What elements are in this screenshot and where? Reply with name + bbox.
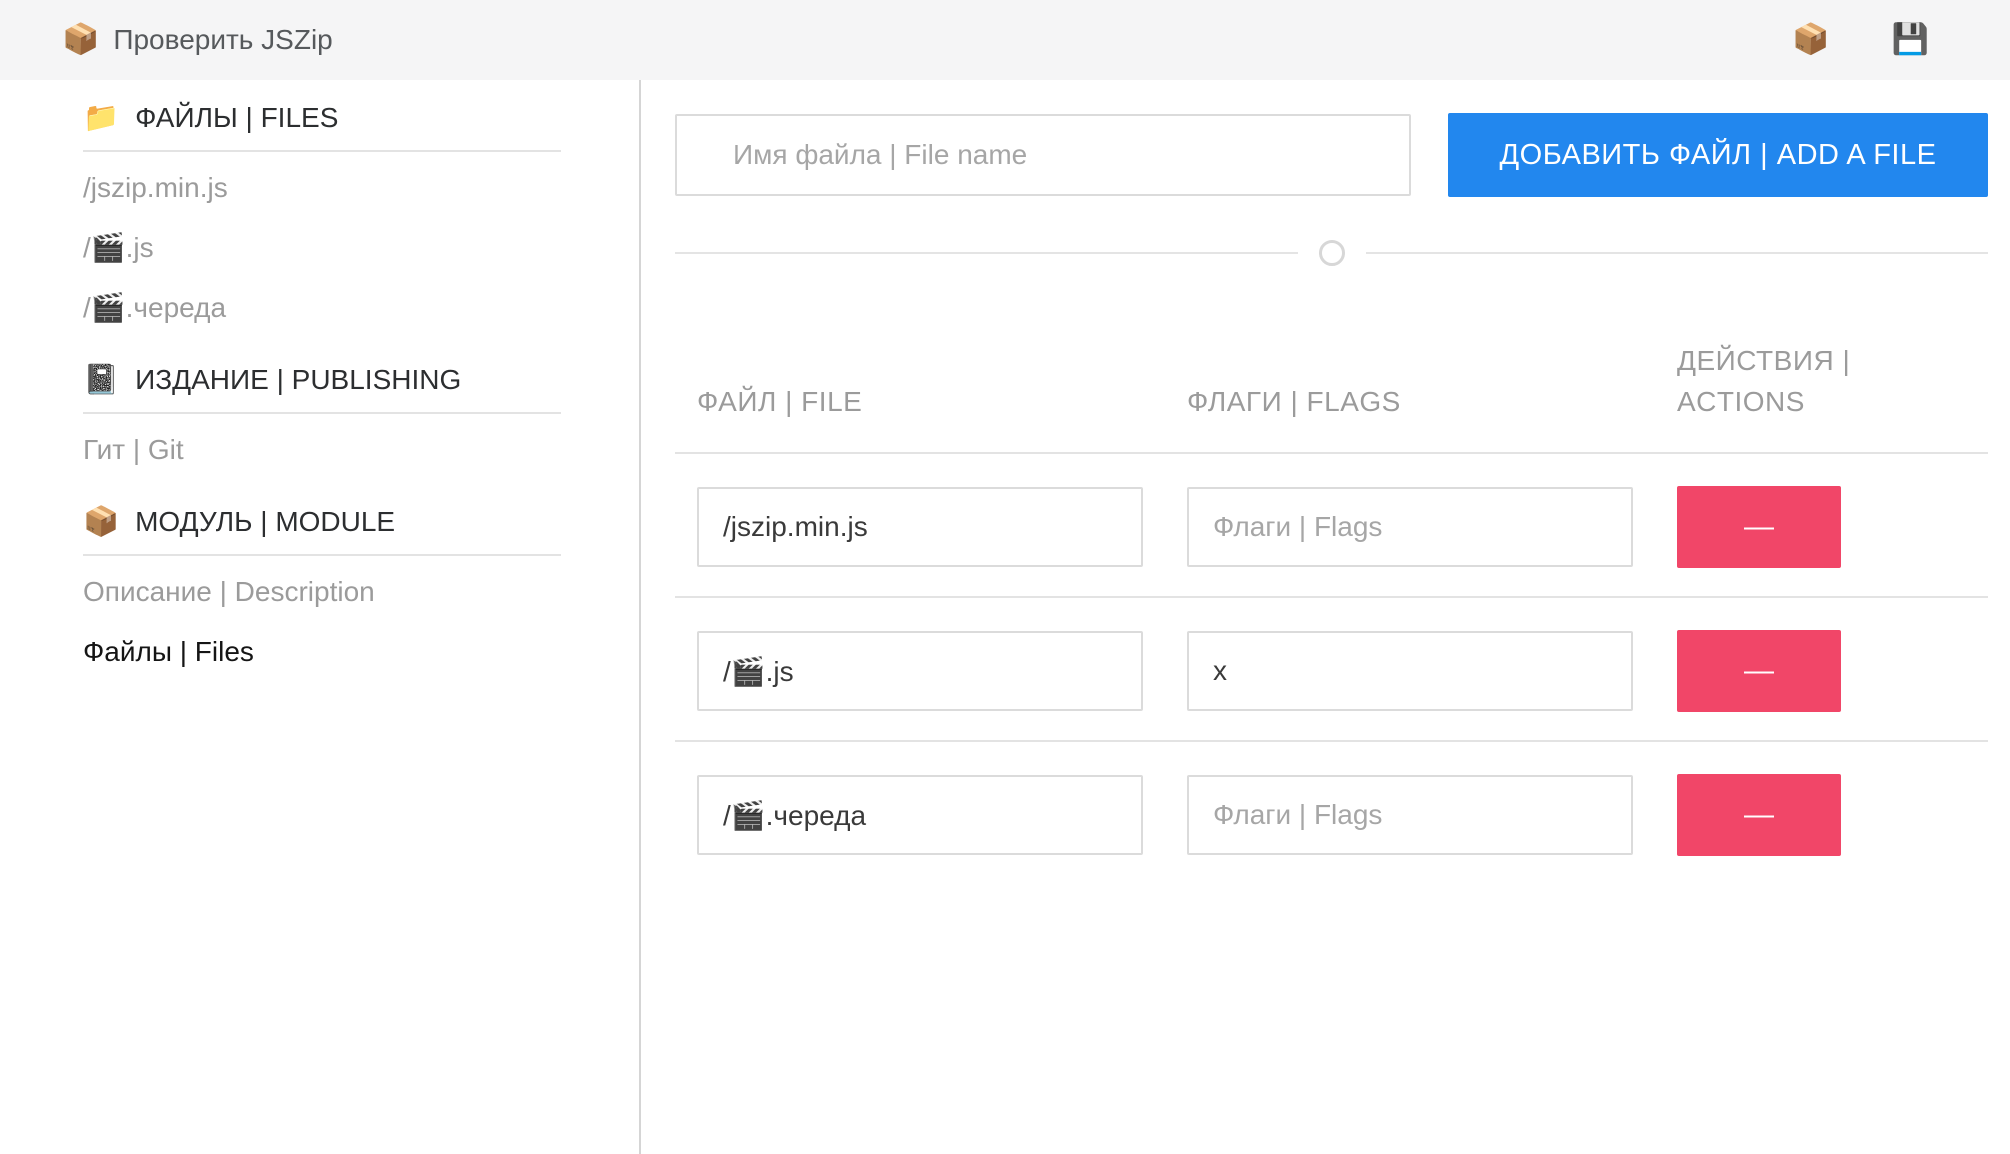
sidebar-item-movie-js[interactable]: /🎬.js [83, 218, 561, 278]
divider [1366, 252, 1989, 254]
topbar: 📦 Проверить JSZip 📦 💾 [0, 0, 2010, 80]
divider [675, 252, 1298, 254]
loading-spinner-icon [1319, 240, 1345, 266]
file-input[interactable] [697, 631, 1143, 711]
sidebar-item-files[interactable]: Файлы | Files [83, 622, 561, 682]
file-input[interactable] [697, 775, 1143, 855]
app-title: Проверить JSZip [113, 24, 332, 56]
package-icon[interactable]: 📦 [1792, 25, 1829, 55]
spinner-divider [675, 240, 1988, 266]
remove-file-button[interactable]: — [1677, 630, 1841, 712]
table-row: — [675, 742, 1988, 884]
topbar-actions: 📦 💾 [1792, 25, 1929, 55]
flags-input[interactable] [1187, 775, 1633, 855]
main-content: ДОБАВИТЬ ФАЙЛ | ADD A FILE ФАЙЛ | FILE Ф… [641, 80, 2010, 1154]
file-input[interactable] [697, 487, 1143, 567]
table-row: — [675, 454, 1988, 598]
column-header-actions: ДЕЙСТВИЯ | ACTIONS [1655, 340, 1905, 422]
sidebar-item-description[interactable]: Описание | Description [83, 562, 561, 622]
remove-file-button[interactable]: — [1677, 486, 1841, 568]
flags-input[interactable] [1187, 631, 1633, 711]
column-header-flags: ФЛАГИ | FLAGS [1165, 381, 1655, 422]
add-file-row: ДОБАВИТЬ ФАЙЛ | ADD A FILE [675, 114, 1988, 197]
sidebar: 📁 ФАЙЛЫ | FILES /jszip.min.js /🎬.js /🎬.ч… [0, 80, 641, 1154]
sidebar-section-title: МОДУЛЬ | MODULE [135, 506, 395, 538]
divider [83, 412, 561, 414]
sidebar-section-publishing: 📓 ИЗДАНИЕ | PUBLISHING [83, 366, 561, 394]
table-row: — [675, 598, 1988, 742]
table-header: ФАЙЛ | FILE ФЛАГИ | FLAGS ДЕЙСТВИЯ | ACT… [675, 340, 1988, 454]
flags-input[interactable] [1187, 487, 1633, 567]
column-header-file: ФАЙЛ | FILE [675, 381, 1165, 422]
sidebar-item-git[interactable]: Гит | Git [83, 420, 561, 480]
save-icon[interactable]: 💾 [1892, 25, 1929, 55]
sidebar-section-module: 📦 МОДУЛЬ | MODULE [83, 508, 561, 536]
sidebar-section-title: ФАЙЛЫ | FILES [135, 102, 338, 134]
sidebar-item-movie-chereda[interactable]: /🎬.череда [83, 278, 561, 338]
notebook-icon: 📓 [83, 366, 119, 395]
sidebar-item-jszip-min-js[interactable]: /jszip.min.js [83, 158, 561, 218]
package-icon: 📦 [62, 25, 99, 55]
divider [83, 150, 561, 152]
file-name-input[interactable] [675, 114, 1411, 196]
sidebar-section-files: 📁 ФАЙЛЫ | FILES [83, 104, 561, 132]
sidebar-section-title: ИЗДАНИЕ | PUBLISHING [135, 364, 461, 396]
app-title-group: 📦 Проверить JSZip [62, 24, 333, 56]
package-icon: 📦 [83, 508, 119, 537]
folder-icon: 📁 [83, 104, 119, 133]
remove-file-button[interactable]: — [1677, 774, 1841, 856]
main-layout: 📁 ФАЙЛЫ | FILES /jszip.min.js /🎬.js /🎬.ч… [0, 80, 2010, 1154]
add-file-button[interactable]: ДОБАВИТЬ ФАЙЛ | ADD A FILE [1448, 113, 1988, 197]
divider [83, 554, 561, 556]
